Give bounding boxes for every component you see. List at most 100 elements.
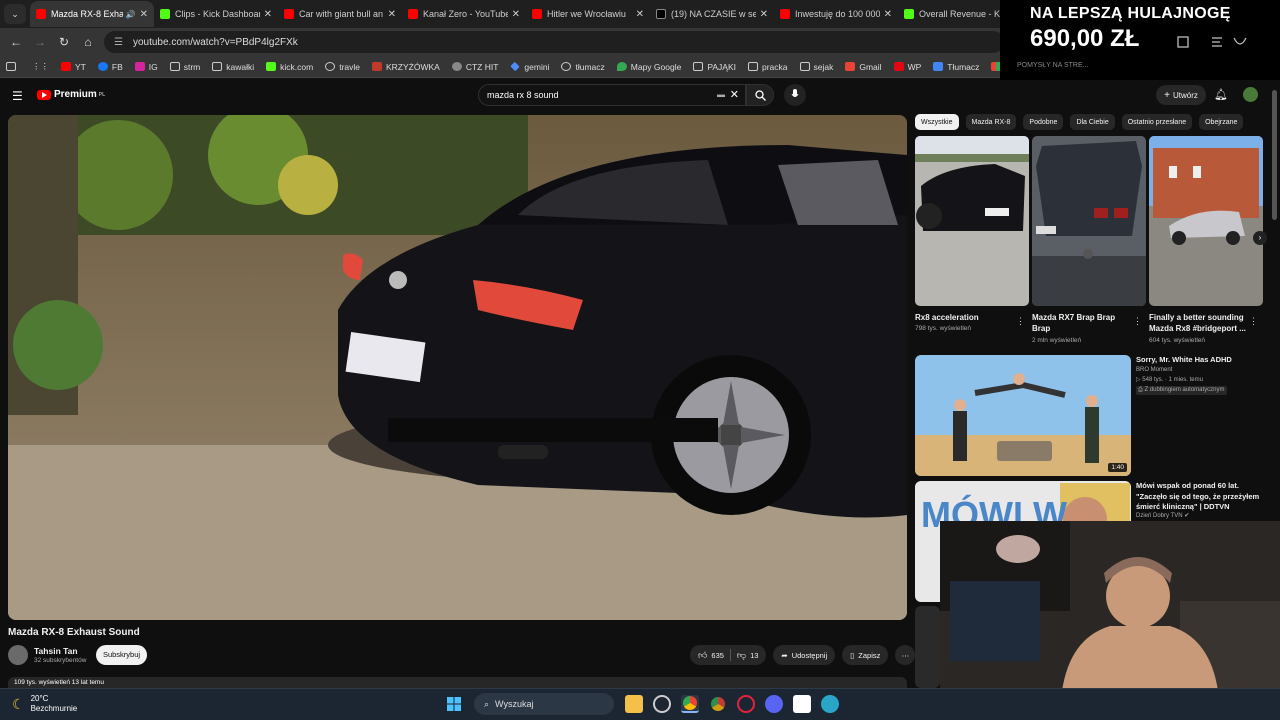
subscribe-button[interactable]: Subskrybuj bbox=[96, 645, 147, 665]
tab-hitler-wroclaw[interactable]: Hitler we Wrocławiu ✕ bbox=[526, 1, 650, 27]
close-icon[interactable]: ✕ bbox=[636, 9, 644, 20]
scrollbar-thumb[interactable] bbox=[1272, 90, 1277, 220]
like-button[interactable]: 👍︎ 635 bbox=[698, 650, 724, 661]
bookmark-tlumacz[interactable]: tłumacz bbox=[561, 62, 605, 72]
translate-icon bbox=[933, 62, 944, 71]
bookmark-pracka[interactable]: pracka bbox=[748, 62, 788, 72]
channel-name[interactable]: Tahsin Tan bbox=[34, 646, 78, 656]
channel-name[interactable]: Dzień Dobry TVN ✔ bbox=[1136, 512, 1189, 521]
short-title[interactable]: Rx8 acceleration bbox=[915, 312, 1015, 323]
keyboard-icon[interactable]: ▬ bbox=[717, 90, 725, 99]
chip-mazda-rx8[interactable]: Mazda RX-8 bbox=[965, 114, 1017, 130]
chip-recently-uploaded[interactable]: Ostatnio przesłane bbox=[1121, 114, 1193, 130]
auto-dubbing-badge: ⎙ Z dubbingiem automatycznym bbox=[1136, 386, 1227, 395]
close-icon[interactable]: ✕ bbox=[884, 9, 892, 20]
dislike-button[interactable]: 👎︎ 13 bbox=[737, 650, 758, 661]
bookmark-wp[interactable]: WP bbox=[893, 62, 921, 72]
share-button[interactable]: ➦ Udostępnij bbox=[773, 645, 836, 665]
close-icon[interactable]: ✕ bbox=[264, 9, 272, 20]
search-button[interactable] bbox=[746, 84, 774, 106]
forward-icon[interactable]: → bbox=[28, 35, 52, 49]
obs-icon[interactable] bbox=[653, 695, 671, 713]
video-title[interactable]: Sorry, Mr. White Has ADHD bbox=[1136, 355, 1266, 366]
short-thumbnail[interactable] bbox=[915, 136, 1029, 306]
more-vert-icon[interactable]: ⋮ bbox=[1249, 316, 1258, 327]
menu-icon[interactable]: ☰ bbox=[12, 89, 23, 103]
close-icon[interactable]: ✕ bbox=[140, 9, 148, 20]
bookmark-gmail[interactable]: Gmail bbox=[845, 62, 882, 72]
bookmark-kawalki[interactable]: kawałki bbox=[212, 62, 254, 72]
video-thumbnail[interactable]: 1:40 bbox=[915, 355, 1131, 476]
save-button[interactable]: ▯ Zapisz bbox=[842, 645, 889, 665]
bookmark-pajaki[interactable]: PAJĄKI bbox=[693, 62, 736, 72]
bookmark-ig[interactable]: IG bbox=[134, 62, 158, 72]
short-title[interactable]: Finally a better sounding Mazda Rx8 #bri… bbox=[1149, 312, 1249, 334]
tab-kanal-zero[interactable]: Kanał Zero - YouTube ✕ bbox=[402, 1, 526, 27]
close-icon[interactable]: ✕ bbox=[388, 9, 396, 20]
tab-car-bull[interactable]: Car with giant bull an ✕ bbox=[278, 1, 402, 27]
tab-x-na-czasie[interactable]: (19) NA CZASIE w ser ✕ bbox=[650, 1, 774, 27]
bookmark-sejak[interactable]: sejak bbox=[799, 62, 833, 72]
chip-watched[interactable]: Obejrzane bbox=[1199, 114, 1244, 130]
tab-search-button[interactable]: ⌄ bbox=[4, 4, 26, 24]
bookmark-tlumacz-2[interactable]: Tłumacz bbox=[933, 62, 979, 72]
bookmark-fb[interactable]: FB bbox=[97, 62, 123, 72]
file-explorer-icon[interactable] bbox=[625, 695, 643, 713]
home-icon[interactable]: ⌂ bbox=[76, 35, 100, 49]
url-field[interactable]: ☰ youtube.com/watch?v=PBdP4lg2FXk bbox=[104, 31, 1004, 53]
opera-icon[interactable] bbox=[737, 695, 755, 713]
clear-search-icon[interactable]: ✕ bbox=[730, 88, 739, 101]
bookmark-yt[interactable]: YT bbox=[61, 62, 86, 72]
windows-start-icon[interactable] bbox=[445, 695, 463, 713]
more-vert-icon[interactable]: ⋮ bbox=[1133, 316, 1142, 327]
notifications-icon[interactable]: 🔔︎ bbox=[1214, 88, 1228, 101]
chrome-alt-icon[interactable] bbox=[709, 695, 727, 713]
bookmark-mapy[interactable]: Mapy Google bbox=[616, 62, 681, 72]
search-input[interactable]: mazda rx 8 sound ▬ ✕ bbox=[478, 84, 746, 106]
short-title[interactable]: Mazda RX7 Brap Brap Brap bbox=[1032, 312, 1132, 334]
video-actions: 👍︎ 635 👎︎ 13 ➦ Udostępnij ▯ Zapisz ⋯ bbox=[690, 645, 922, 665]
bookmark-travle[interactable]: travle bbox=[325, 62, 360, 72]
short-thumbnail[interactable] bbox=[1149, 136, 1263, 306]
close-icon[interactable]: ✕ bbox=[512, 9, 520, 20]
video-thumbnail[interactable] bbox=[915, 606, 940, 688]
short-image bbox=[1032, 136, 1146, 306]
chrome-icon[interactable] bbox=[681, 695, 699, 713]
channel-name[interactable]: BRO Moment bbox=[1136, 366, 1172, 375]
reload-icon[interactable]: ↻ bbox=[52, 35, 76, 49]
apps-icon[interactable]: ⋮⋮ bbox=[32, 61, 49, 72]
more-actions-button[interactable]: ⋯ bbox=[895, 645, 916, 665]
video-title[interactable]: Mówi wspak od ponad 60 lat. "Zaczęło się… bbox=[1136, 481, 1266, 513]
discord-icon[interactable] bbox=[765, 695, 783, 713]
bookmark-strm[interactable]: strm bbox=[169, 62, 200, 72]
next-shorts-button[interactable]: › bbox=[1253, 231, 1267, 245]
youtube-icon bbox=[532, 9, 542, 19]
voice-search-button[interactable] bbox=[784, 84, 806, 106]
taskbar-search[interactable]: ⌕ Wyszukaj bbox=[474, 693, 614, 715]
more-vert-icon[interactable]: ⋮ bbox=[1016, 316, 1025, 327]
tab-inwestuje[interactable]: Inwestuję do 100 000 ✕ bbox=[774, 1, 898, 27]
bookmark-kick[interactable]: kick.com bbox=[266, 62, 313, 72]
bookmark-krzyzowka[interactable]: KRZYŻÓWKA bbox=[372, 62, 440, 72]
video-player[interactable] bbox=[8, 115, 907, 620]
close-icon[interactable]: ✕ bbox=[760, 9, 768, 20]
short-thumbnail[interactable] bbox=[1032, 136, 1146, 306]
youtube-logo[interactable]: Premium PL bbox=[37, 89, 105, 100]
channel-avatar[interactable] bbox=[8, 645, 28, 665]
tab-kick-clips[interactable]: Clips - Kick Dashboar ✕ bbox=[154, 1, 278, 27]
chip-for-you[interactable]: Dla Ciebie bbox=[1070, 114, 1115, 130]
tab-mazda-rx8[interactable]: Mazda RX-8 Exha 🔊 ✕ bbox=[30, 1, 154, 27]
account-avatar[interactable] bbox=[1243, 87, 1258, 102]
bookmark-ctz-hit[interactable]: CTZ HIT bbox=[451, 62, 498, 72]
chip-similar[interactable]: Podobne bbox=[1023, 114, 1064, 130]
sidebar-toggle-icon[interactable] bbox=[6, 62, 20, 71]
weather-widget[interactable]: ☾ 20°C Bezchmurnie bbox=[12, 694, 77, 714]
back-icon[interactable]: ← bbox=[4, 35, 28, 49]
chip-all[interactable]: Wszystkie bbox=[915, 114, 959, 130]
taskbar-apps: ⌕ Wyszukaj bbox=[440, 693, 844, 715]
create-button[interactable]: + Utwórz bbox=[1156, 85, 1206, 105]
site-info-icon[interactable]: ☰ bbox=[114, 37, 123, 48]
bookmark-gemini[interactable]: gemini bbox=[510, 62, 549, 72]
capcut-icon[interactable] bbox=[793, 695, 811, 713]
browser-globe-icon[interactable] bbox=[821, 695, 839, 713]
